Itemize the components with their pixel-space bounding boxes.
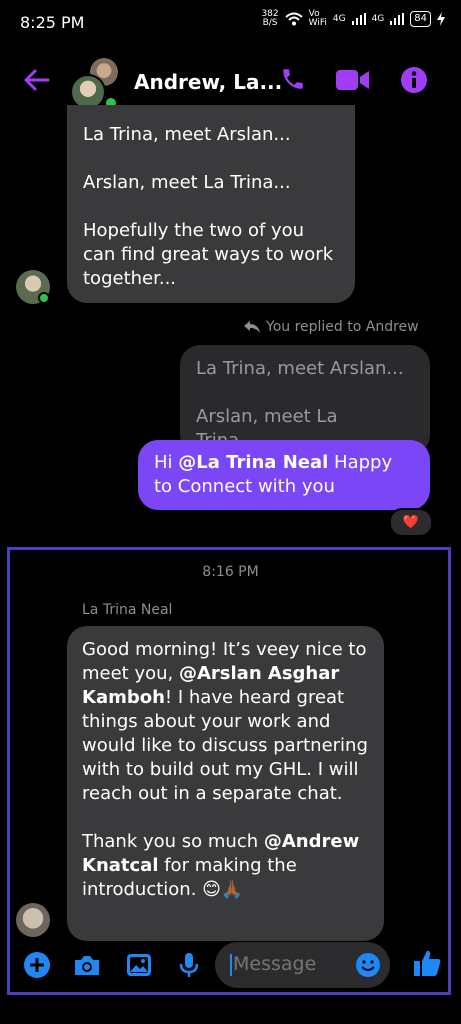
signal-2-icon: [390, 13, 405, 25]
message-input-box[interactable]: [215, 942, 390, 988]
battery-indicator: 84: [410, 11, 431, 27]
reaction-badge[interactable]: ❤️: [389, 508, 433, 537]
message-line: Arslan, meet La Trina...: [83, 172, 291, 193]
gallery-icon[interactable]: [124, 950, 154, 980]
message-composer: [0, 940, 461, 992]
message-paragraph: Good morning! It’s veey nice to meet you…: [82, 638, 370, 806]
net-speed: 382 B/S: [261, 9, 279, 28]
mention-la-trina[interactable]: @La Trina Neal: [178, 452, 328, 473]
status-bar: 8:25 PM 382 B/S Vo WiFi 4G 4G 84: [0, 0, 461, 46]
replied-label-row: You replied to Andrew: [244, 319, 419, 335]
charging-icon: [437, 12, 445, 26]
quoted-line: La Trina, meet Arslan...: [196, 358, 404, 379]
back-arrow-icon[interactable]: [22, 66, 50, 94]
signal-1-label: 4G: [332, 14, 346, 24]
microphone-icon[interactable]: [174, 950, 204, 980]
outgoing-message-bubble[interactable]: Hi @La Trina Neal Happy to Connect with …: [138, 440, 430, 510]
message-input[interactable]: [231, 952, 355, 976]
thumbs-up-icon[interactable]: [412, 948, 442, 978]
message-line: La Trina, meet Arslan...: [83, 124, 291, 145]
heart-reaction-icon: ❤️: [402, 515, 420, 530]
volte-label: Vo WiFi: [308, 9, 327, 28]
reply-arrow-icon: [244, 321, 260, 333]
replied-label: You replied to Andrew: [266, 319, 419, 335]
message-line: Hopefully the two of you can find great …: [83, 220, 334, 289]
wifi-icon: [284, 12, 303, 26]
online-indicator: [38, 292, 50, 304]
message-paragraph: Thank you so much @Andrew Knatcal for ma…: [82, 830, 370, 902]
plus-icon[interactable]: [22, 950, 52, 980]
conversation-title[interactable]: Andrew, La...: [134, 70, 282, 94]
video-call-icon[interactable]: [336, 68, 370, 92]
chat-header: Andrew, La...: [0, 52, 461, 112]
group-avatar[interactable]: [70, 58, 120, 110]
incoming-message-bubble[interactable]: La Trina, meet Arslan... Arslan, meet La…: [67, 105, 355, 303]
incoming-message-bubble[interactable]: Good morning! It’s veey nice to meet you…: [67, 626, 384, 941]
quoted-reply-bubble[interactable]: La Trina, meet Arslan... Arslan, meet La…: [180, 345, 430, 455]
camera-icon[interactable]: [72, 950, 102, 980]
phone-icon[interactable]: [280, 66, 306, 92]
outgoing-text-prefix: Hi: [154, 452, 179, 473]
status-time: 8:25 PM: [20, 13, 85, 32]
sender-name: La Trina Neal: [82, 602, 173, 618]
emoji-icon[interactable]: [355, 952, 381, 978]
signal-1-icon: [351, 13, 366, 25]
status-icons: 382 B/S Vo WiFi 4G 4G 84: [261, 10, 445, 28]
info-icon[interactable]: [400, 66, 428, 94]
message-timestamp: 8:16 PM: [202, 564, 259, 580]
sender-avatar[interactable]: [16, 903, 50, 937]
message-text: Thank you so much: [82, 831, 264, 852]
signal-2-label: 4G: [371, 14, 385, 24]
